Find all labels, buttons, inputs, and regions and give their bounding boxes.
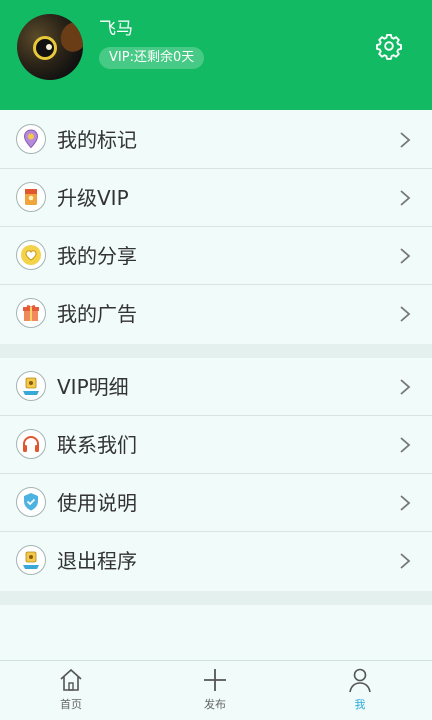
section-divider	[0, 344, 432, 358]
menu-item-upgrade-vip[interactable]: 升级VIP	[0, 169, 432, 227]
menu-item-vip-detail[interactable]: VIP明细	[0, 358, 432, 416]
chevron-right-icon	[400, 306, 411, 322]
menu-item-label: VIP明细	[57, 375, 129, 399]
user-icon	[349, 668, 371, 693]
chevron-right-icon	[400, 553, 411, 569]
tab-publish[interactable]: 发布	[175, 667, 255, 712]
tab-home[interactable]: 首页	[31, 667, 111, 712]
location-pin-icon	[16, 124, 46, 154]
menu-item-contact-us[interactable]: 联系我们	[0, 416, 432, 474]
section-divider	[0, 591, 432, 605]
vip-detail-icon	[16, 371, 46, 401]
menu-item-label: 我的标记	[57, 128, 137, 152]
menu-item-label: 联系我们	[57, 433, 137, 457]
menu-item-label: 退出程序	[57, 549, 137, 573]
plus-icon	[204, 669, 226, 691]
chevron-right-icon	[400, 495, 411, 511]
chevron-right-icon	[400, 190, 411, 206]
menu-item-my-share[interactable]: 我的分享	[0, 227, 432, 285]
home-icon	[60, 668, 82, 691]
chevron-right-icon	[400, 379, 411, 395]
profile-header: 飞马 VIP:还剩余0天	[0, 0, 432, 110]
chevron-right-icon	[400, 132, 411, 148]
upgrade-gift-icon	[16, 182, 46, 212]
menu-item-label: 我的分享	[57, 244, 137, 268]
bottom-tab-bar: 首页 发布 我	[0, 660, 432, 720]
heart-share-icon	[16, 240, 46, 270]
menu-item-label: 升级VIP	[57, 186, 129, 210]
menu-item-my-marks[interactable]: 我的标记	[0, 111, 432, 169]
vip-status-badge: VIP:还剩余0天	[99, 47, 205, 69]
menu-item-label: 使用说明	[57, 491, 137, 515]
username: 飞马	[99, 19, 133, 39]
tab-label: 首页	[60, 698, 82, 711]
avatar[interactable]	[17, 14, 83, 80]
menu-item-exit[interactable]: 退出程序	[0, 532, 432, 590]
tab-me[interactable]: 我	[320, 667, 400, 712]
tab-label: 我	[354, 698, 366, 711]
gear-icon[interactable]	[375, 32, 403, 60]
chevron-right-icon	[400, 437, 411, 453]
chevron-right-icon	[400, 248, 411, 264]
menu-item-instructions[interactable]: 使用说明	[0, 474, 432, 532]
tab-label: 发布	[204, 698, 226, 711]
menu-group-1: 我的标记 升级VIP 我的分享 我的广告	[0, 111, 432, 343]
shield-check-icon	[16, 487, 46, 517]
menu-group-2: VIP明细 联系我们 使用说明 退出程序	[0, 358, 432, 590]
menu-item-my-ads[interactable]: 我的广告	[0, 285, 432, 343]
gift-box-icon	[16, 298, 46, 328]
headphones-icon	[16, 429, 46, 459]
menu-item-label: 我的广告	[57, 302, 137, 326]
exit-icon	[16, 545, 46, 575]
